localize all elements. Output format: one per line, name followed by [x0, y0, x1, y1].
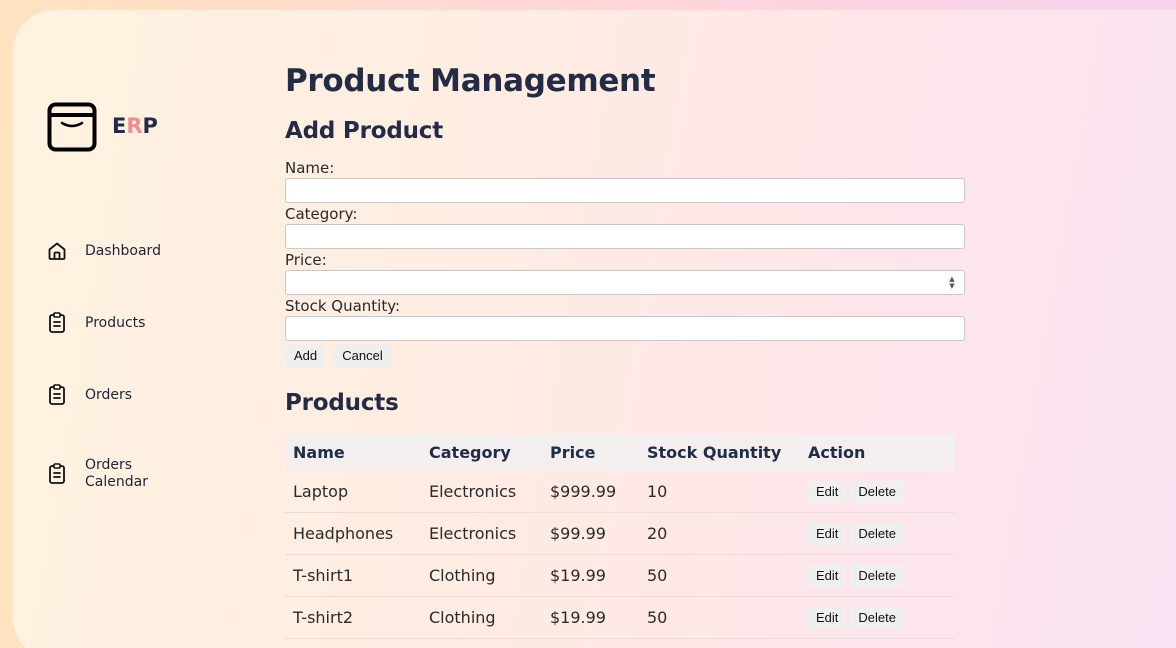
logo-letter-e: E [112, 114, 127, 138]
add-product-form: Name: Category: Price: ▲ ▼ Stock Quantity… [285, 158, 985, 368]
cell-actions: Edit Delete [800, 471, 955, 513]
cell-price: $99.99 [542, 512, 639, 555]
logo-text: ERP [112, 114, 158, 138]
name-input[interactable] [285, 178, 965, 203]
cell-stock: 50 [639, 554, 800, 597]
home-icon [46, 240, 68, 262]
form-actions: Add Cancel [285, 344, 985, 368]
category-input[interactable] [285, 224, 965, 249]
table-row: Headphones Electronics $99.99 20 Edit Del… [285, 512, 955, 555]
logo-letter-r: R [126, 114, 143, 138]
sidebar-item-label: Dashboard [85, 242, 161, 259]
clipboard-icon [46, 312, 68, 334]
edit-button[interactable]: Edit [808, 522, 847, 545]
cell-actions: Edit Delete [800, 596, 955, 639]
cell-category: Clothing [421, 596, 542, 639]
category-label: Category: [285, 205, 358, 223]
cell-category: Electronics [421, 512, 542, 555]
add-button[interactable]: Add [285, 344, 327, 368]
cell-actions: Edit Delete [800, 512, 955, 555]
cancel-button[interactable]: Cancel [333, 344, 392, 368]
logo-letter-p: P [142, 114, 158, 138]
sidebar-item-products[interactable]: Products [46, 312, 175, 334]
cell-price: $19.99 [542, 554, 639, 597]
table-row: T-shirt2 Clothing $19.99 50 Edit Delete [285, 596, 955, 639]
add-product-heading: Add Product [285, 118, 444, 144]
products-heading: Products [285, 390, 399, 416]
sidebar-item-dashboard[interactable]: Dashboard [46, 240, 175, 262]
delete-button[interactable]: Delete [850, 522, 904, 545]
sidebar-item-label: Orders [85, 386, 133, 403]
cell-name: Headphones [285, 512, 421, 555]
name-label: Name: [285, 159, 335, 177]
cell-price: $19.99 [542, 596, 639, 639]
delete-button[interactable]: Delete [850, 606, 904, 629]
column-header-stock-quantity: Stock Quantity [647, 443, 782, 462]
edit-button[interactable]: Edit [808, 480, 847, 503]
clipboard-icon [46, 384, 68, 406]
cell-category: Electronics [421, 471, 542, 513]
table-row: T-shirt1 Clothing $19.99 50 Edit Delete [285, 554, 955, 597]
sidebar-item-label: Orders Calendar [85, 457, 148, 490]
cell-name: Laptop [285, 471, 421, 513]
clipboard-icon [46, 463, 68, 485]
number-spinner-icon[interactable]: ▲ ▼ [948, 276, 956, 290]
main-content: Product Management Add Product Name: Cat… [285, 60, 985, 639]
stock-quantity-input[interactable] [285, 316, 965, 341]
delete-button[interactable]: Delete [850, 564, 904, 587]
cell-stock: 10 [639, 471, 800, 513]
column-header-name: Name [293, 443, 345, 462]
box-logo-icon [47, 102, 97, 152]
sidebar-item-orders[interactable]: Orders [46, 384, 175, 406]
edit-button[interactable]: Edit [808, 606, 847, 629]
table-header-row: Name Category Price Stock Quantity Actio… [285, 434, 955, 471]
products-table: Name Category Price Stock Quantity Actio… [285, 434, 955, 639]
page-title: Product Management [285, 63, 656, 99]
column-header-action: Action [808, 443, 866, 462]
sidebar-item-label: Products [85, 314, 146, 331]
delete-button[interactable]: Delete [850, 480, 904, 503]
price-input[interactable]: ▲ ▼ [285, 270, 965, 295]
cell-category: Clothing [421, 554, 542, 597]
cell-stock: 50 [639, 596, 800, 639]
column-header-category: Category [429, 443, 511, 462]
cell-name: T-shirt2 [285, 596, 421, 639]
cell-price: $999.99 [542, 471, 639, 513]
column-header-price: Price [550, 443, 596, 462]
table-row: Laptop Electronics $999.99 10 Edit Delete [285, 471, 955, 513]
sidebar-item-orders-calendar[interactable]: Orders Calendar [46, 457, 155, 491]
stock-quantity-label: Stock Quantity: [285, 297, 401, 315]
cell-name: T-shirt1 [285, 554, 421, 597]
cell-actions: Edit Delete [800, 554, 955, 597]
app-panel: ERP Dashboard Products Orders Orders Cal… [13, 10, 1176, 648]
edit-button[interactable]: Edit [808, 564, 847, 587]
price-label: Price: [285, 251, 327, 269]
cell-stock: 20 [639, 512, 800, 555]
